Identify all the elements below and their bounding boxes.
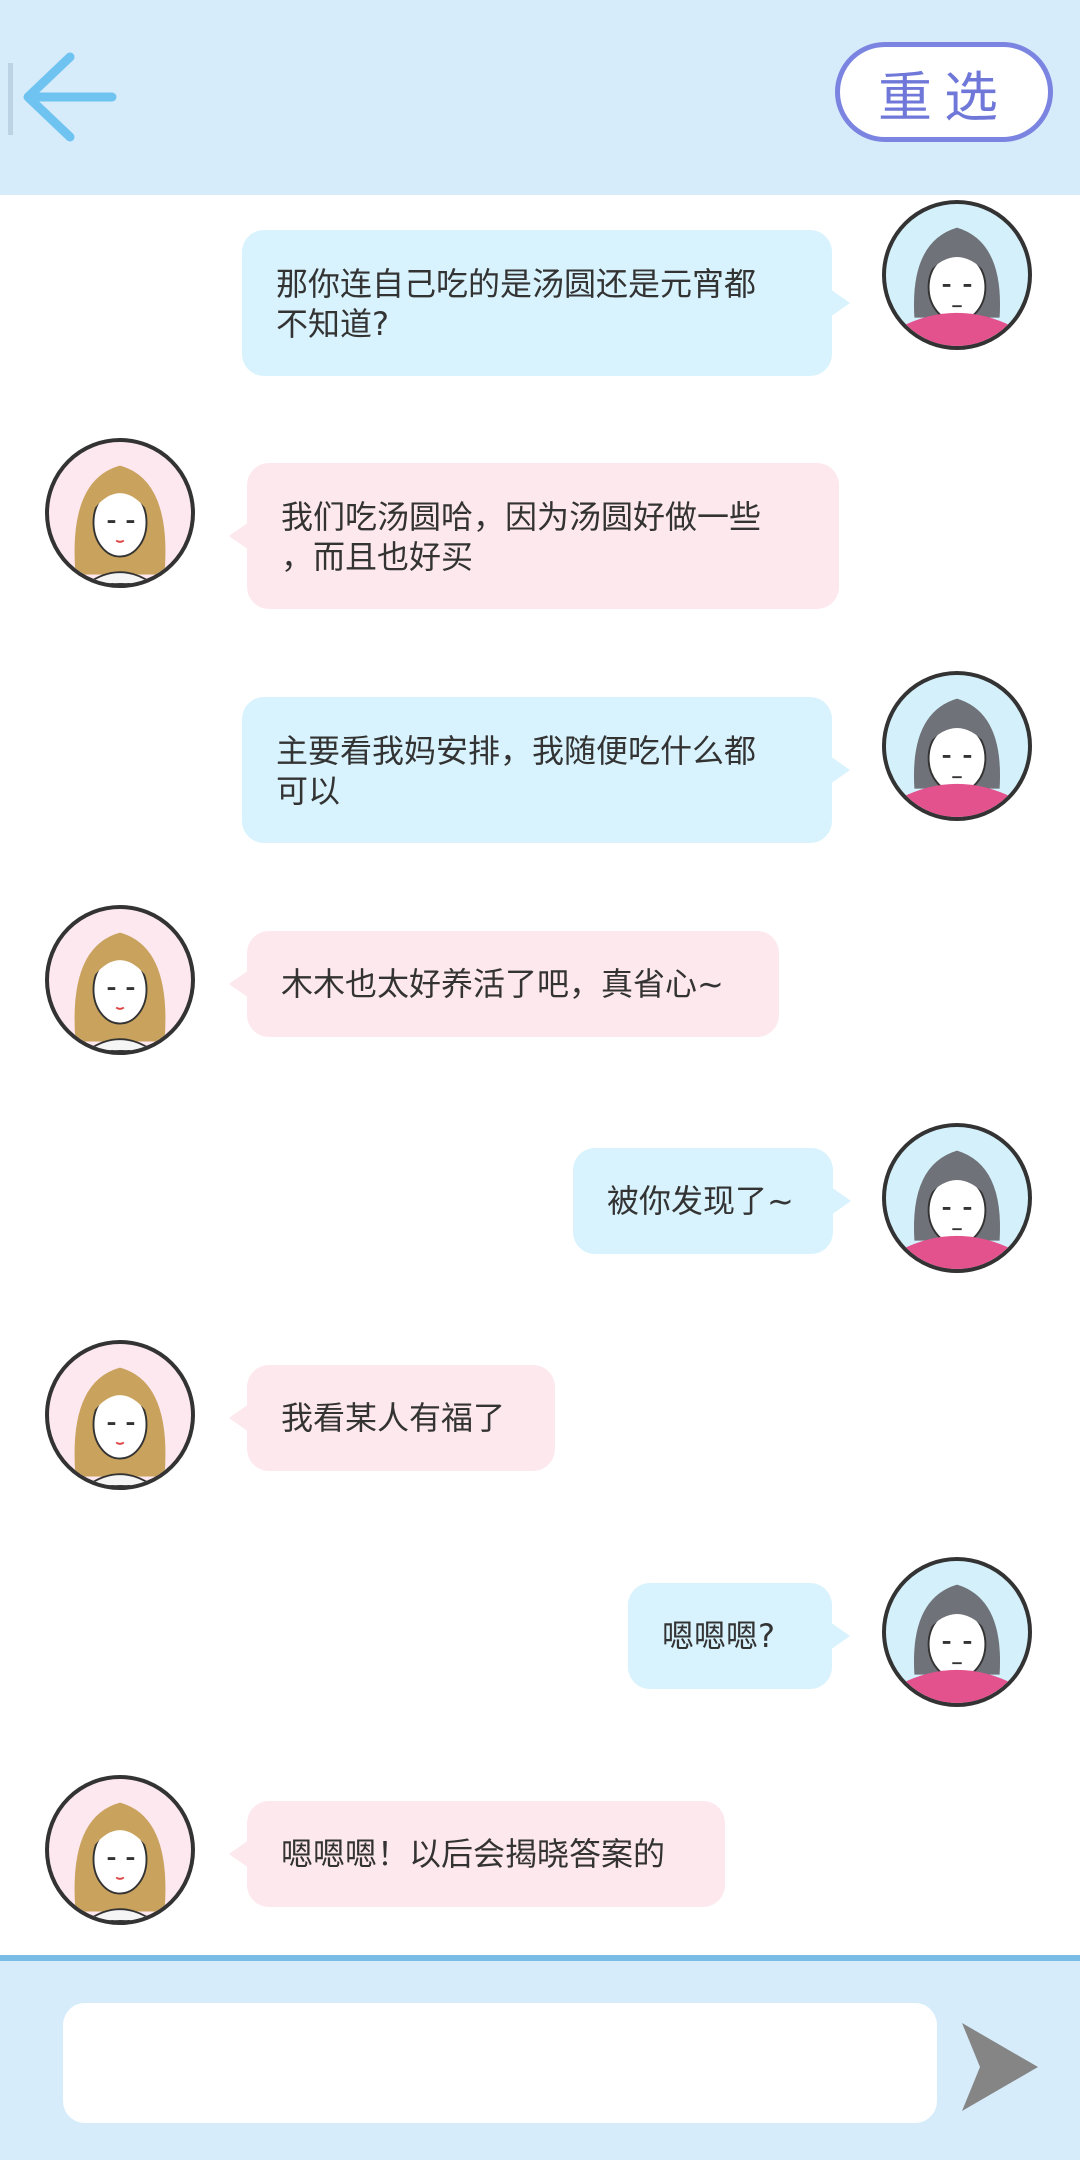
message-bubble-incoming: 嗯嗯嗯！以后会揭晓答案的 [229,1801,725,1907]
message-input[interactable] [63,2003,937,2123]
message-line: 木木也太好养活了吧，真省心~ [281,965,724,1003]
message-line: 不知道? [276,305,389,343]
avatar-contact[interactable] [45,438,195,588]
avatar-self[interactable] [882,1557,1032,1707]
message-line: 可以 [276,772,341,810]
avatar-contact-illustration [74,1802,166,1921]
avatar-contact[interactable] [45,1775,195,1925]
avatar-self[interactable] [882,200,1032,350]
message-bubble-incoming: 我们吃汤圆哈，因为汤圆好做一些 ，而且也好买 [229,463,839,609]
arrow-left-icon [8,52,117,142]
chat-log: 那你连自己吃的是汤圆还是元宵都 不知道? 我们吃汤圆哈，因为汤圆好做一些 ，而且… [0,195,1080,1958]
message-bubble-incoming: 木木也太好养活了吧，真省心~ [229,931,779,1037]
message-bubble-outgoing: 主要看我妈安排，我随便吃什么都 可以 [242,697,850,843]
avatar-self-illustration [900,1584,1014,1703]
send-icon [962,2023,1038,2111]
top-bar: 重选 [0,0,1080,195]
avatar-contact[interactable] [45,905,195,1055]
avatar-self[interactable] [882,1123,1032,1273]
message-line: 那你连自己吃的是汤圆还是元宵都 [276,265,757,303]
message-bubble-outgoing: 嗯嗯嗯? [628,1583,850,1689]
message-line: 我们吃汤圆哈，因为汤圆好做一些 [281,498,762,536]
message-line: 嗯嗯嗯！以后会揭晓答案的 [281,1835,666,1873]
avatar-contact-illustration [74,932,166,1051]
composer-bar [0,1961,1080,2160]
message-bubble-incoming: 我看某人有福了 [229,1365,555,1471]
avatar-self-illustration [900,227,1014,346]
message-bubble-outgoing: 被你发现了~ [573,1148,851,1254]
message-line: ，而且也好买 [281,538,474,576]
avatar-self[interactable] [882,671,1032,821]
message-line: 我看某人有福了 [281,1399,506,1437]
message-bubble-outgoing: 那你连自己吃的是汤圆还是元宵都 不知道? [242,230,850,376]
avatar-self-illustration [900,698,1014,817]
avatar-self-illustration [900,1150,1014,1269]
avatar-contact[interactable] [45,1340,195,1490]
message-line: 主要看我妈安排，我随便吃什么都 [276,732,757,770]
avatar-contact-illustration [74,465,166,584]
send-button[interactable] [960,2021,1040,2113]
message-line: 嗯嗯嗯? [662,1617,775,1655]
back-button[interactable] [8,45,128,155]
avatar-contact-illustration [74,1367,166,1486]
reselect-button[interactable]: 重选 [835,42,1053,142]
message-line: 被你发现了~ [607,1182,794,1220]
